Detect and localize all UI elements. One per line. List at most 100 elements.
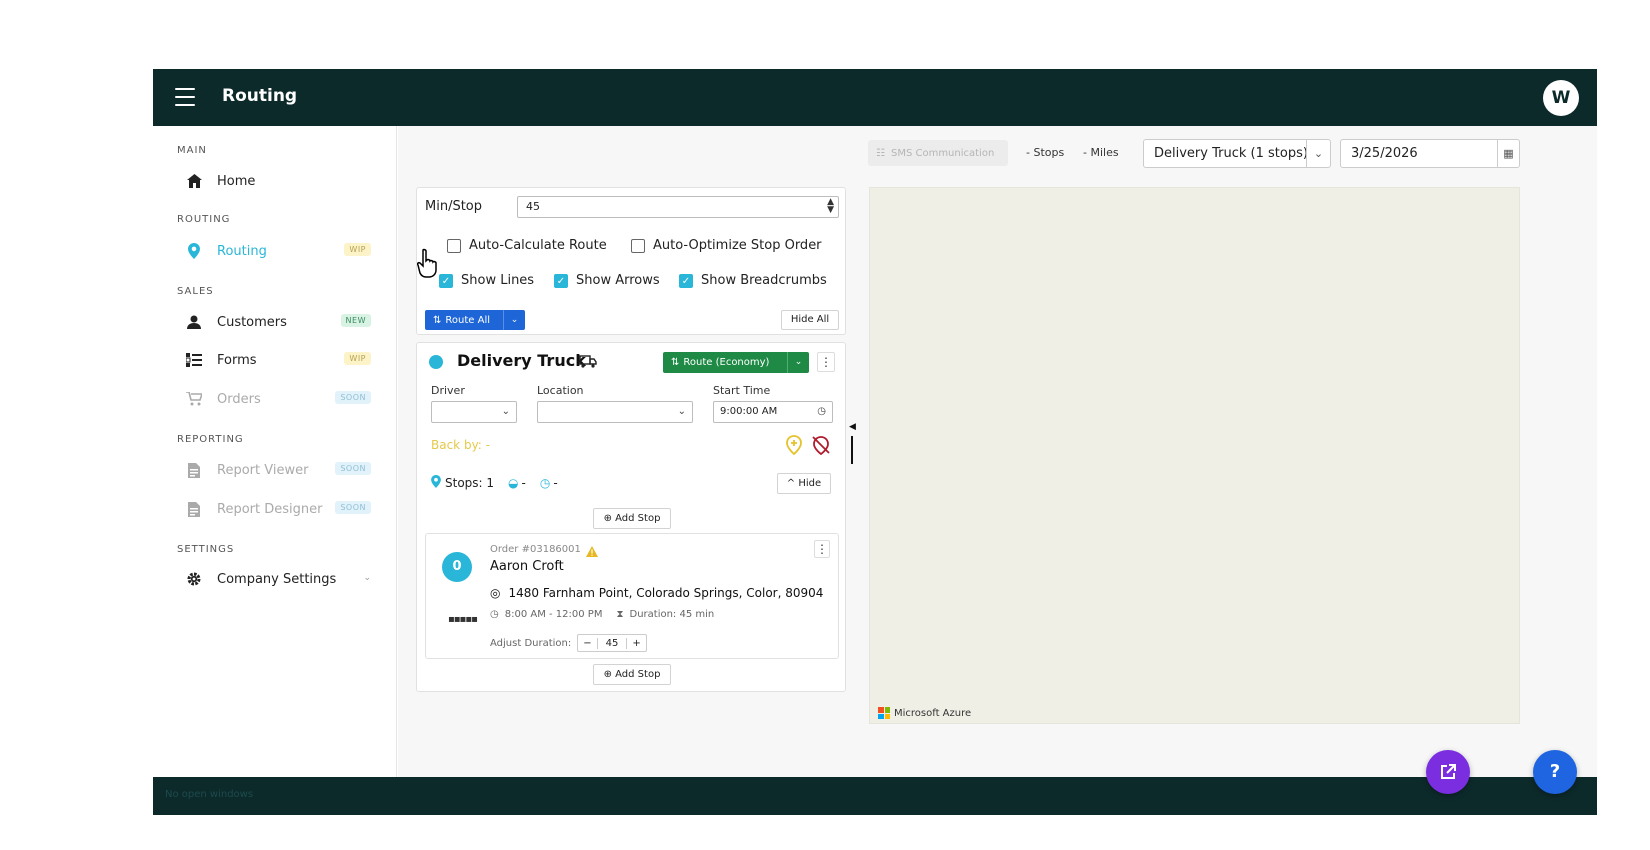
drag-handle-icon[interactable]: ▪▪▪▪▪ [448, 614, 478, 625]
microsoft-azure-logo: Microsoft Azure [878, 707, 971, 719]
duration-value[interactable]: 45 [596, 637, 628, 649]
sidebar-item-routing[interactable]: Routing WIP [173, 235, 383, 267]
sidebar-item-company-settings[interactable]: Company Settings ⌄ [173, 563, 383, 595]
minus-button[interactable]: − [578, 638, 596, 649]
route-icon: ⇅ [671, 357, 680, 368]
more-options-icon[interactable]: ⋮ [817, 352, 835, 372]
sms-communication-button[interactable]: ☷ SMS Communication [868, 140, 1008, 166]
show-breadcrumbs-checkbox[interactable]: ✓ Show Breadcrumbs [679, 273, 827, 288]
map-view[interactable]: Microsoft Azure [869, 187, 1520, 724]
chevron-down-icon[interactable]: ⌄ [787, 352, 809, 373]
soon-badge: SOON [335, 391, 371, 404]
sidebar-item-report-viewer[interactable]: Report Viewer SOON [173, 454, 383, 486]
chevron-down-icon[interactable]: ⌄ [503, 310, 525, 330]
truck-icon [579, 353, 597, 372]
gear-icon [183, 569, 205, 589]
miles-count: - Miles [1083, 146, 1119, 159]
section-label-routing: ROUTING [177, 214, 231, 225]
microsoft-logo-icon [878, 707, 890, 719]
soon-badge: SOON [335, 501, 371, 514]
vehicle-name: Delivery Truck [457, 351, 586, 370]
collapse-arrow-icon[interactable]: ◀ [849, 422, 856, 432]
calendar-icon[interactable]: ▦ [1497, 140, 1519, 167]
location-label: Location [537, 384, 584, 397]
sidebar-item-orders[interactable]: Orders SOON [173, 383, 383, 415]
clock-icon: ◷ [539, 476, 551, 490]
hide-stops-button[interactable]: ^ Hide [777, 473, 831, 494]
order-number: Order #03186001 [490, 544, 581, 555]
vehicle-select[interactable]: Delivery Truck (1 stops) ⌄ [1143, 139, 1331, 168]
status-text: No open windows [165, 789, 254, 800]
wip-badge: WIP [344, 243, 371, 256]
sidebar-item-customers[interactable]: Customers NEW [173, 306, 383, 338]
route-distance-icon: ◒ [508, 476, 519, 490]
person-icon [183, 312, 205, 332]
route-economy-button[interactable]: ⇅ Route (Economy) ⌄ [663, 352, 809, 373]
location-select[interactable]: ⌄ [537, 401, 693, 423]
show-arrows-checkbox[interactable]: ✓ Show Arrows [554, 273, 660, 288]
cart-icon [183, 389, 205, 409]
route-options-panel: Min/Stop 45 ▲ ▼ Auto-Calculate Route Auto… [416, 187, 846, 335]
page-title: Routing [222, 86, 298, 106]
route-all-button[interactable]: ⇅ Route All ⌄ [425, 310, 525, 330]
clock-icon: ◷ [817, 406, 826, 417]
hide-all-button[interactable]: Hide All [781, 310, 839, 330]
chevron-up-icon: ^ [786, 478, 796, 489]
plus-circle-icon: ⊕ [603, 513, 612, 524]
message-icon: ☷ [876, 147, 885, 159]
back-by-label: Back by: - [431, 438, 490, 452]
location-pin-icon [183, 241, 205, 261]
sidebar-item-home[interactable]: Home [173, 165, 383, 197]
check-icon: ✓ [554, 273, 568, 288]
chevron-down-icon[interactable]: ⌄ [1306, 140, 1330, 167]
no-location-icon[interactable] [811, 435, 831, 459]
add-stop-button[interactable]: ⊕ Add Stop [593, 508, 671, 529]
spinner-icon[interactable]: ▲ ▼ [827, 198, 834, 215]
start-time-input[interactable]: 9:00:00 AM ◷ [713, 401, 833, 423]
add-stop-button[interactable]: ⊕ Add Stop [593, 664, 671, 685]
vehicle-panel: Delivery Truck ⇅ Route (Economy) ⌄ ⋮ Dri… [416, 342, 846, 692]
chevron-down-icon: ⌄ [501, 406, 510, 417]
report-icon [183, 460, 205, 480]
stops-summary: Stops: 1 ◒ - ◷ - [431, 475, 558, 491]
status-bar: No open windows [153, 777, 1597, 815]
driver-select[interactable]: ⌄ [431, 401, 517, 423]
open-external-button[interactable] [1426, 750, 1470, 794]
chevron-down-icon: ⌄ [677, 406, 686, 417]
external-link-icon [1439, 761, 1457, 782]
sidebar-item-forms[interactable]: Forms WIP [173, 344, 383, 376]
plus-circle-icon: ⊕ [603, 669, 612, 680]
hand-cursor-icon [416, 248, 439, 282]
menu-icon[interactable] [175, 88, 195, 106]
avatar[interactable]: W [1543, 80, 1579, 116]
chevron-down-icon[interactable]: ⌄ [363, 573, 371, 583]
date-picker[interactable]: 3/25/2026 ▦ [1340, 139, 1520, 168]
customer-name: Aaron Croft [490, 559, 564, 574]
duration-stepper[interactable]: − 45 + [577, 634, 647, 652]
auto-calculate-checkbox[interactable]: Auto-Calculate Route [447, 238, 607, 253]
driver-label: Driver [431, 384, 465, 397]
location-pin-icon [431, 475, 441, 491]
form-list-icon [183, 350, 205, 370]
sidebar-item-report-designer[interactable]: Report Designer SOON [173, 493, 383, 525]
location-outline-icon: ◎ [490, 586, 501, 600]
top-bar: Routing W [153, 69, 1597, 126]
min-stop-input[interactable]: 45 ▲ ▼ [517, 196, 839, 218]
stops-count: - Stops [1026, 146, 1065, 159]
adjust-duration: Adjust Duration: − 45 + [490, 634, 647, 652]
home-icon [183, 171, 205, 191]
soon-badge: SOON [335, 462, 371, 475]
show-lines-checkbox[interactable]: ✓ Show Lines [439, 273, 534, 288]
panel-splitter[interactable] [851, 436, 853, 464]
more-options-icon[interactable]: ⋮ [814, 540, 830, 558]
plus-button[interactable]: + [627, 638, 645, 649]
stop-address: ◎ 1480 Farnham Point, Colorado Springs, … [490, 586, 824, 600]
new-badge: NEW [340, 314, 371, 327]
section-label-settings: SETTINGS [177, 544, 235, 555]
min-stop-label: Min/Stop [425, 199, 483, 214]
stop-item[interactable]: 0 ▪▪▪▪▪ Order #03186001 ⋮ Aaron Croft ◎ … [425, 533, 839, 659]
help-icon: ? [1549, 761, 1561, 782]
help-button[interactable]: ? [1533, 750, 1577, 794]
add-location-pin-icon[interactable] [785, 435, 803, 459]
auto-optimize-checkbox[interactable]: Auto-Optimize Stop Order [631, 238, 822, 253]
